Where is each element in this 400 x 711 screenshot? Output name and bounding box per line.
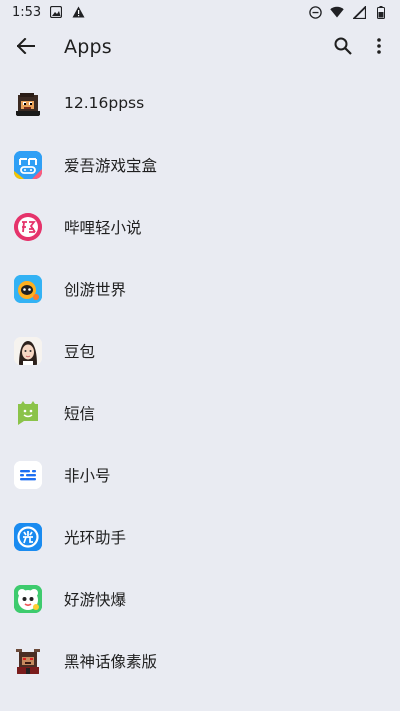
gorilla-pixel-icon xyxy=(14,89,42,117)
app-row-12-16ppss[interactable]: 12.16ppss xyxy=(0,72,400,134)
arrow-back-icon xyxy=(16,37,35,58)
app-row-chuangyou[interactable]: 创游世界 xyxy=(0,258,400,320)
feixiaohao-icon xyxy=(14,461,42,489)
app-label: 黑神话像素版 xyxy=(64,653,158,671)
more-vert-icon xyxy=(377,38,381,58)
messages-icon xyxy=(14,399,42,427)
app-label: 爱吾游戏宝盒 xyxy=(64,157,158,175)
wifi-icon xyxy=(330,5,344,19)
app-row-aiwu[interactable]: 爱吾游戏宝盒 xyxy=(0,134,400,196)
signal-icon xyxy=(352,5,366,19)
app-label: 短信 xyxy=(64,405,96,423)
search-icon xyxy=(334,37,352,59)
app-row-wukong[interactable]: 黑神话像素版 xyxy=(0,630,400,692)
status-time: 1:53 xyxy=(12,4,42,20)
app-label: 创游世界 xyxy=(64,281,127,299)
doubao-avatar-icon xyxy=(14,337,42,365)
app-row-doubao[interactable]: 豆包 xyxy=(0,320,400,382)
photo-notification-icon xyxy=(49,5,63,19)
app-row-feixiaohao[interactable]: 非小号 xyxy=(0,444,400,506)
app-row-sms[interactable]: 短信 xyxy=(0,382,400,444)
status-bar: 1:53 xyxy=(0,0,400,24)
app-label: 好游快爆 xyxy=(64,591,127,609)
wukong-pixel-icon xyxy=(14,647,42,675)
back-button[interactable] xyxy=(14,36,38,60)
haoyou-icon xyxy=(14,585,42,613)
app-list: 12.16ppss 爱吾游戏宝盒 哔哩轻小说 创游世界 豆包 短信 非小号 光环… xyxy=(0,72,400,692)
search-button[interactable] xyxy=(330,35,356,61)
bili-light-novel-icon xyxy=(14,213,42,241)
app-row-bili-novel[interactable]: 哔哩轻小说 xyxy=(0,196,400,258)
app-row-guanghuan[interactable]: 光环助手 xyxy=(0,506,400,568)
more-options-button[interactable] xyxy=(368,35,390,61)
guanghuan-icon xyxy=(14,523,42,551)
app-row-haoyou[interactable]: 好游快爆 xyxy=(0,568,400,630)
page-title: Apps xyxy=(64,36,112,58)
app-label: 光环助手 xyxy=(64,529,127,547)
chuangyou-icon xyxy=(14,275,42,303)
app-label: 哔哩轻小说 xyxy=(64,219,142,237)
app-bar: Apps xyxy=(0,24,400,70)
battery-icon xyxy=(374,5,388,19)
app-label: 非小号 xyxy=(64,467,111,485)
app-label: 12.16ppss xyxy=(64,94,145,112)
warning-notification-icon xyxy=(71,5,85,19)
app-label: 豆包 xyxy=(64,343,96,361)
do-not-disturb-icon xyxy=(308,5,322,19)
game-box-icon xyxy=(14,151,42,179)
